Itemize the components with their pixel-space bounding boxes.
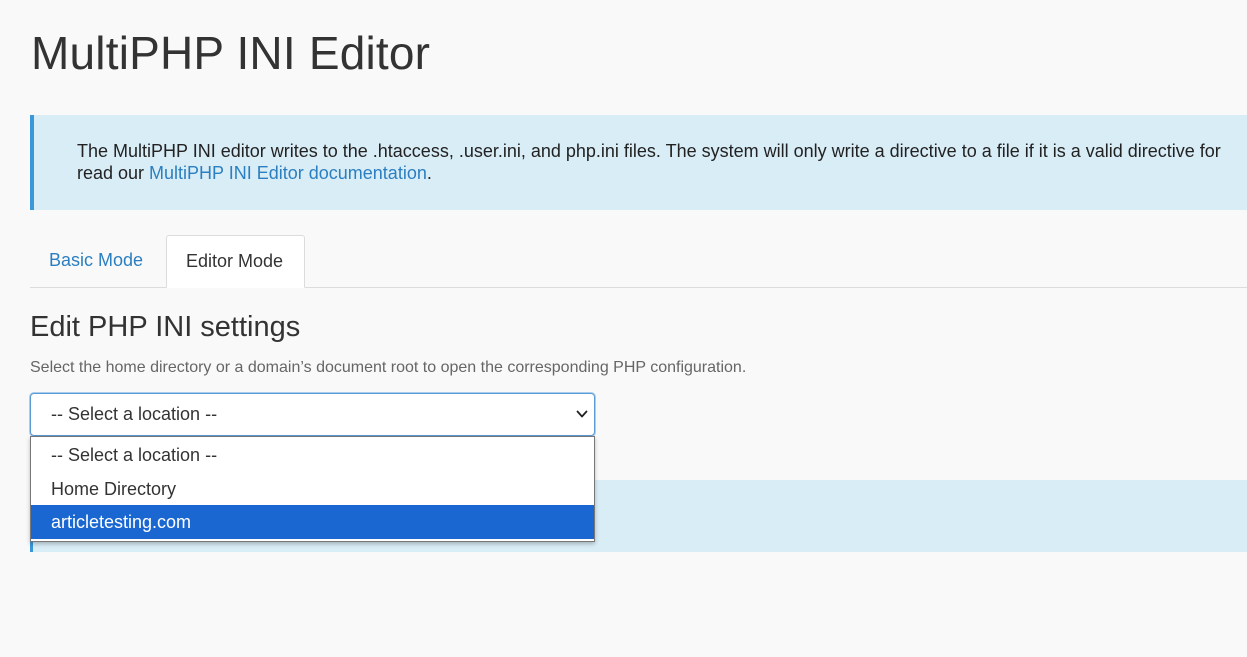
tab-basic-mode[interactable]: Basic Mode [30, 235, 164, 287]
info-banner-text: The MultiPHP INI editor writes to the .h… [77, 140, 1247, 184]
chevron-down-icon [576, 410, 588, 418]
location-option[interactable]: -- Select a location -- [31, 438, 594, 472]
location-option[interactable]: Home Directory [31, 472, 594, 506]
location-select-value: -- Select a location -- [51, 404, 218, 424]
page-title: MultiPHP INI Editor [31, 27, 431, 79]
info-banner-line-1: The MultiPHP INI editor writes to the .h… [77, 141, 1221, 161]
location-select[interactable]: -- Select a location -- [30, 393, 595, 436]
tab-editor-mode[interactable]: Editor Mode [166, 235, 305, 288]
location-dropdown-list: -- Select a location -- Home Directory a… [30, 436, 595, 542]
location-option-highlighted[interactable]: articletesting.com [31, 505, 594, 539]
info-banner-line-2: read our MultiPHP INI Editor documentati… [77, 162, 1247, 184]
info-banner-line-2-suffix: . [426, 163, 432, 183]
info-banner: The MultiPHP INI editor writes to the .h… [30, 115, 1247, 210]
section-description: Select the home directory or a domain’s … [30, 359, 747, 376]
section-heading: Edit PHP INI settings [30, 311, 301, 343]
mode-tabs: Basic Mode Editor Mode [30, 235, 1247, 288]
documentation-link[interactable]: MultiPHP INI Editor documentation [149, 163, 427, 183]
info-banner-line-2-prefix: read our [77, 163, 150, 183]
